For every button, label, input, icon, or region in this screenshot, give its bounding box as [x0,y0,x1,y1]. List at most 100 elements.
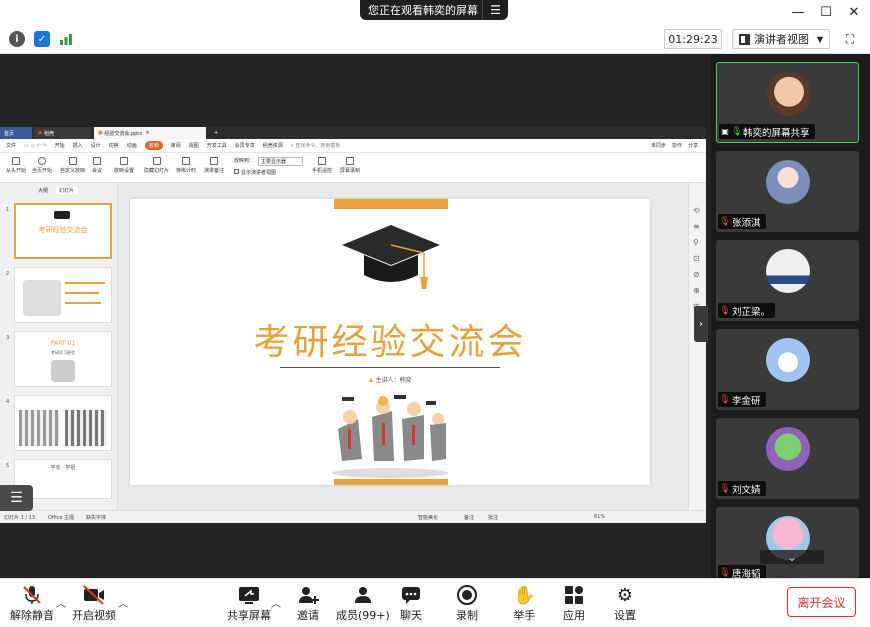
participant-label: 🎙 张添淇 [718,214,766,229]
participant-label: 🎙 刘芷梁。 [718,303,776,318]
menu-slideshow: 放映 [144,141,163,150]
mic-muted-icon [21,583,43,607]
tb-from-current: 当页开始 [32,157,52,174]
unmute-button[interactable]: 解除静音 [10,583,54,623]
screen-share-icon: ▣ [721,127,729,136]
participant-tile-4[interactable]: 🎙 李金研 [716,329,859,410]
minimize-icon[interactable]: — [786,3,810,21]
raise-hand-icon: ✋ [513,584,536,606]
tb-meeting: 会议 [92,157,102,174]
video-off-icon [82,583,106,607]
maximize-icon[interactable]: ☐ [814,3,838,21]
menu-transition: 切换 [108,143,119,149]
menu-insert: 插入 [72,143,83,149]
graduates-illustration [332,395,448,478]
slide-thumb-3: PART 01 考研学习经验 [14,331,112,387]
slide-num-4: 4 [6,399,10,405]
wps-right-menu: 未同步 协作 分享 [650,143,698,149]
view-mode-label: 演讲者视图 [754,33,809,46]
slide-thumb-2 [14,267,112,323]
wps-slide-canvas: 考研经验交流会 ♟ 主讲人：韩奕 [118,183,688,513]
wps-status-bar: 幻灯片 1 / 13 Office 主题 缺失字体 智能美化 备注 批注 61% [0,510,706,523]
participant-label: 🎙 刘文婧 [718,481,766,496]
mic-on-icon: 🎙 [731,126,743,137]
speaker-view-icon [739,33,750,45]
tb-screen-record: 屏幕录制 [340,157,360,174]
tb-presenter-view: 显示演讲者视图 [234,169,276,176]
participant-label: 🎙 李金研 [718,392,766,407]
security-shield-icon[interactable]: ✓ [34,31,50,47]
slide-bottom-bar [334,479,448,485]
menu-member: 会员专享 [234,143,255,149]
meeting-info-icon[interactable]: i [9,31,25,47]
signal-strength-icon[interactable] [58,31,74,47]
wps-slide-panel: 大纲 幻灯片 1 考研经验交流会 2 3 PART 01 考研学习经验 4 5 … [0,183,118,513]
members-button[interactable]: 成员(99+) [336,583,390,623]
mic-muted-icon: 🎙 [719,216,731,227]
invite-button[interactable]: 邀请 [297,583,319,623]
audio-options-caret-icon[interactable]: ︿ [56,595,66,610]
view-mode-dropdown[interactable]: 演讲者视图 ▼ [732,29,830,49]
slide-num-3: 3 [6,335,10,341]
meeting-timer: 01:29:23 [664,29,722,49]
slide-num-2: 2 [6,271,10,277]
close-icon[interactable]: ✕ [842,3,866,21]
wps-tab-document: ▣ 经验交流会.pptx ✕ [94,127,206,139]
menu-file: 文件 [6,143,17,149]
apps-button[interactable]: 应用 [563,583,585,623]
slide-num-5: 5 [6,463,10,469]
tb-custom-show: 自定义放映 [60,157,85,174]
meeting-toolbar: 解除静音 ︿ 开启视频 ︿ 共享屏幕 ︿ 邀请 成员(99+) 聊天 录制 ✋ … [0,578,870,627]
share-menu-icon[interactable]: ☰ [482,0,508,20]
participant-tile-2[interactable]: 🎙 张添淇 [716,151,859,232]
mic-muted-icon: 🎙 [719,394,731,405]
video-options-caret-icon[interactable]: ︿ [118,595,128,610]
slide-title-underline [280,367,500,368]
wps-right-toolbar: ⟲≡⚲⊡⊘⊕⊞ [688,183,706,513]
wps-tab-docer: ◉ 稻壳 [34,127,90,139]
fullscreen-icon[interactable]: ⛶ [842,31,858,47]
members-icon [351,583,375,607]
avatar [766,338,810,382]
invite-icon [297,583,319,607]
slide-num-1: 1 [6,207,10,213]
tb-hide-slide: 隐藏幻灯片 [144,157,169,174]
start-video-button[interactable]: 开启视频 [72,583,116,623]
current-slide: 考研经验交流会 ♟ 主讲人：韩奕 [130,199,650,485]
share-options-caret-icon[interactable]: ︿ [271,595,281,610]
participant-tile-5[interactable]: 🎙 刘文婧 [716,418,859,499]
menu-animation: 动画 [126,143,137,149]
gallery-scroll-down-icon[interactable]: ⌄ [760,550,824,564]
raise-hand-button[interactable]: ✋ 举手 [513,583,535,623]
record-button[interactable]: 录制 [456,583,478,623]
leave-meeting-button[interactable]: 离开会议 [787,587,856,617]
tb-speaker-notes: 演讲备注 [204,157,224,174]
participant-tile-1[interactable]: ▣ 🎙 韩奕的屏幕共享 [716,62,859,143]
shared-screen-content[interactable]: 首页 ◉ 稻壳 ▣ 经验交流会.pptx ✕ + 文件 ▭ ▭ ↶ ↷ 开始 插… [0,127,706,523]
settings-button[interactable]: ⚙ 设置 [614,583,636,623]
slide-thumb-4 [14,395,112,451]
toggle-side-panel-button[interactable]: › [694,306,708,342]
tb-show-on: 放映到： 主要显示器 [234,157,304,166]
participant-tile-3[interactable]: 🎙 刘芷梁。 [716,240,859,321]
slide-title: 考研经验交流会 [253,322,527,363]
share-screen-button[interactable]: 共享屏幕 [227,583,271,623]
participant-tile-6[interactable]: 🎙 唐海韬 [716,507,859,580]
chat-icon [400,583,422,607]
tb-from-start: 从头开始 [6,157,26,174]
wps-panel-tabs: 大纲 幻灯片 [0,187,78,194]
tb-phone-remote: 手机遥控 [312,157,332,174]
chat-button[interactable]: 聊天 [400,583,422,623]
slide-top-bar [334,199,448,209]
share-status-text: 您正在观看韩奕的屏幕 [368,4,478,17]
wps-ribbon: 从头开始 当页开始 自定义放映 会议 放映设置 隐藏幻灯片 排练计时 演讲备注 … [0,153,706,183]
menu-developer: 开发工具 [206,143,227,149]
slide-thumb-1: 考研经验交流会 [14,203,112,259]
menu-docer-resources: 稻壳资源 [262,143,283,149]
tb-rehearse: 排练计时 [176,157,196,174]
wps-search-box: ⌕ 查找命令、搜索模板 [290,143,341,149]
record-icon [456,583,478,607]
list-menu-icon[interactable]: ☰ [0,485,33,511]
mic-muted-icon: 🎙 [719,483,731,494]
share-status-pill[interactable]: 您正在观看韩奕的屏幕 ☰ [360,0,508,20]
